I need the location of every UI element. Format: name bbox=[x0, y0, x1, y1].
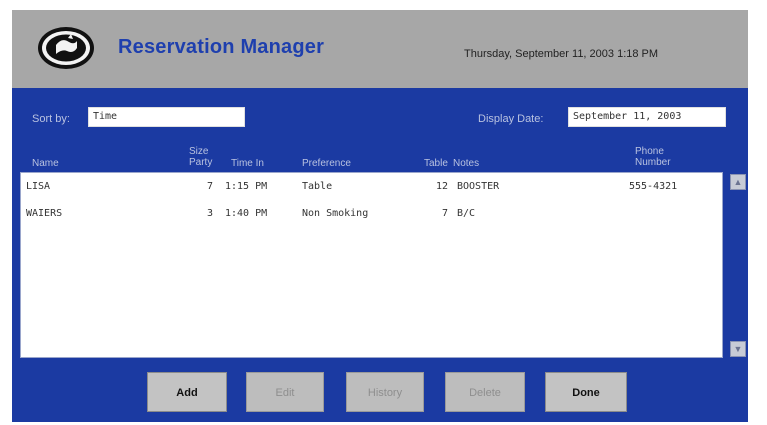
cell-table: 7 bbox=[442, 208, 449, 219]
done-button[interactable]: Done bbox=[545, 372, 627, 412]
add-button[interactable]: Add bbox=[147, 372, 227, 412]
cell-preference: Non Smoking bbox=[302, 208, 369, 219]
column-header-time: Time In bbox=[231, 158, 264, 169]
cell-notes: B/C bbox=[457, 208, 476, 219]
cell-notes: BOOSTER bbox=[457, 181, 500, 192]
cell-party: 7 bbox=[207, 181, 214, 192]
column-header-party: Size Party bbox=[189, 146, 213, 168]
column-header-notes: Notes bbox=[453, 158, 480, 169]
scroll-up-arrow-icon[interactable]: ▲ bbox=[730, 174, 746, 190]
reservation-manager-window: Reservation Manager Thursday, September … bbox=[12, 10, 748, 422]
header-bar: Reservation Manager Thursday, September … bbox=[12, 10, 748, 88]
cell-time: 1:15 PM bbox=[225, 181, 268, 192]
reservation-panel: Sort by: Time Display Date: September 11… bbox=[12, 88, 748, 422]
cell-party: 3 bbox=[207, 208, 214, 219]
table-row[interactable]: LISA 7 1:15 PM Table 12 BOOSTER 555-4321 bbox=[21, 178, 722, 196]
column-header-phone: Phone Number bbox=[635, 146, 671, 168]
cell-time: 1:40 PM bbox=[225, 208, 268, 219]
display-date-field[interactable]: September 11, 2003 bbox=[568, 107, 726, 127]
display-date-label: Display Date: bbox=[478, 113, 544, 125]
cell-phone: 555-4321 bbox=[629, 181, 678, 192]
cell-name: LISA bbox=[26, 181, 51, 192]
current-datetime: Thursday, September 11, 2003 1:18 PM bbox=[464, 48, 659, 60]
sort-by-field[interactable]: Time bbox=[88, 107, 245, 127]
edit-button[interactable]: Edit bbox=[246, 372, 324, 412]
cell-preference: Table bbox=[302, 181, 333, 192]
cell-name: WAIERS bbox=[26, 208, 63, 219]
delete-button[interactable]: Delete bbox=[445, 372, 525, 412]
column-header-name: Name bbox=[32, 158, 59, 169]
sort-by-label: Sort by: bbox=[32, 113, 70, 125]
reservation-list[interactable]: LISA 7 1:15 PM Table 12 BOOSTER 555-4321… bbox=[20, 172, 723, 358]
restaurant-logo-icon bbox=[36, 25, 96, 71]
column-header-preference: Preference bbox=[302, 158, 351, 169]
scroll-down-arrow-icon[interactable]: ▼ bbox=[730, 341, 746, 357]
table-row[interactable]: WAIERS 3 1:40 PM Non Smoking 7 B/C bbox=[21, 205, 722, 223]
history-button[interactable]: History bbox=[346, 372, 424, 412]
cell-table: 12 bbox=[436, 181, 449, 192]
app-title: Reservation Manager bbox=[118, 36, 325, 58]
column-header-table: Table bbox=[424, 158, 448, 169]
